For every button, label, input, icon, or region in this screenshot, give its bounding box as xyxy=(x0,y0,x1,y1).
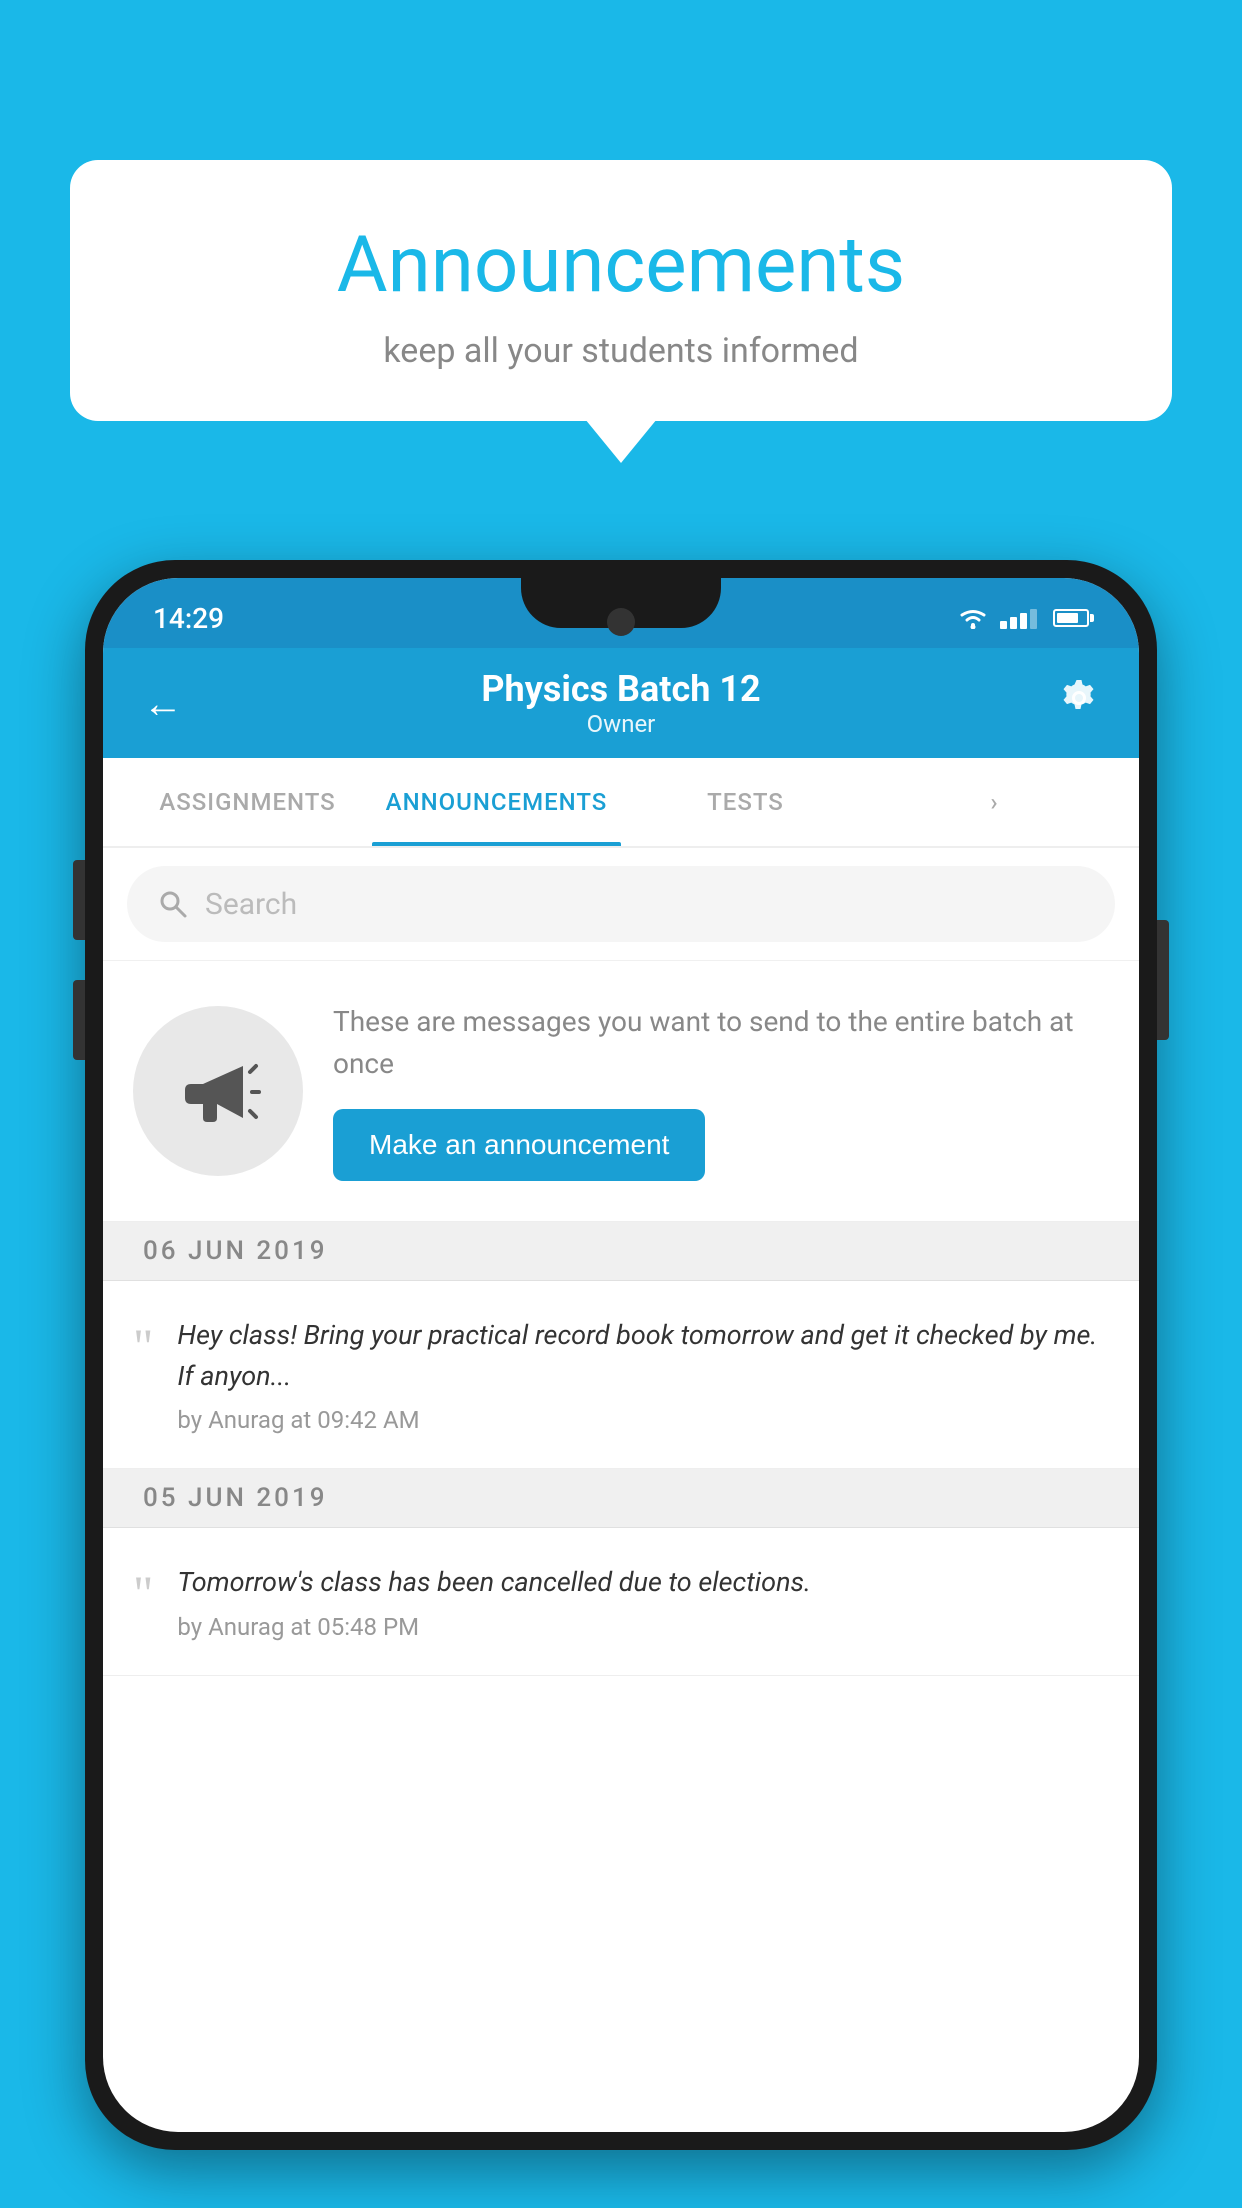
back-button[interactable]: ← xyxy=(143,680,183,727)
search-box[interactable]: Search xyxy=(127,866,1115,942)
quote-icon-2: " xyxy=(133,1568,153,1618)
announcement-content-2: Tomorrow's class has been cancelled due … xyxy=(177,1562,1109,1641)
search-icon xyxy=(157,888,189,920)
announcement-promo: These are messages you want to send to t… xyxy=(103,961,1139,1222)
promo-icon-circle xyxy=(133,1006,303,1176)
announcement-content-1: Hey class! Bring your practical record b… xyxy=(177,1315,1109,1434)
announcement-meta-1: by Anurag at 09:42 AM xyxy=(177,1406,1109,1434)
tab-more[interactable]: › xyxy=(870,758,1119,846)
bubble-title: Announcements xyxy=(150,220,1092,311)
announcement-text-1: Hey class! Bring your practical record b… xyxy=(177,1315,1109,1396)
tabs-bar: ASSIGNMENTS ANNOUNCEMENTS TESTS › xyxy=(103,758,1139,848)
status-icons xyxy=(958,607,1089,629)
volume-down-button xyxy=(73,980,85,1060)
quote-icon-1: " xyxy=(133,1321,153,1371)
promo-text: These are messages you want to send to t… xyxy=(333,1001,1109,1085)
make-announcement-button[interactable]: Make an announcement xyxy=(333,1109,705,1181)
date-separator-1: 06 JUN 2019 xyxy=(103,1222,1139,1281)
announcement-meta-2: by Anurag at 05:48 PM xyxy=(177,1613,1109,1641)
phone-screen: 14:29 xyxy=(103,578,1139,2132)
header-title-group: Physics Batch 12 Owner xyxy=(481,668,760,738)
header-subtitle: Owner xyxy=(481,710,760,738)
megaphone-icon xyxy=(173,1046,263,1136)
status-time: 14:29 xyxy=(153,602,224,635)
settings-button[interactable] xyxy=(1059,678,1099,728)
signal-icon xyxy=(1000,607,1037,629)
battery-icon xyxy=(1053,609,1089,627)
date-separator-2: 05 JUN 2019 xyxy=(103,1469,1139,1528)
promo-content: These are messages you want to send to t… xyxy=(333,1001,1109,1181)
search-container: Search xyxy=(103,848,1139,961)
speech-bubble-section: Announcements keep all your students inf… xyxy=(70,160,1172,421)
header-title: Physics Batch 12 xyxy=(481,668,760,710)
tab-announcements[interactable]: ANNOUNCEMENTS xyxy=(372,758,621,846)
phone-frame: 14:29 xyxy=(85,560,1157,2150)
search-placeholder: Search xyxy=(205,887,297,922)
wifi-icon xyxy=(958,607,988,629)
gear-icon xyxy=(1059,678,1099,718)
announcement-item-1[interactable]: " Hey class! Bring your practical record… xyxy=(103,1281,1139,1469)
tab-assignments[interactable]: ASSIGNMENTS xyxy=(123,758,372,846)
bubble-subtitle: keep all your students informed xyxy=(150,331,1092,371)
tab-tests[interactable]: TESTS xyxy=(621,758,870,846)
phone-notch xyxy=(521,578,721,628)
power-button xyxy=(1157,920,1169,1040)
speech-bubble: Announcements keep all your students inf… xyxy=(70,160,1172,421)
announcement-item-2[interactable]: " Tomorrow's class has been cancelled du… xyxy=(103,1528,1139,1676)
volume-up-button xyxy=(73,860,85,940)
phone-camera xyxy=(607,608,635,636)
phone-mockup: 14:29 xyxy=(85,560,1157,2208)
announcement-text-2: Tomorrow's class has been cancelled due … xyxy=(177,1562,1109,1603)
app-header: ← Physics Batch 12 Owner xyxy=(103,648,1139,758)
